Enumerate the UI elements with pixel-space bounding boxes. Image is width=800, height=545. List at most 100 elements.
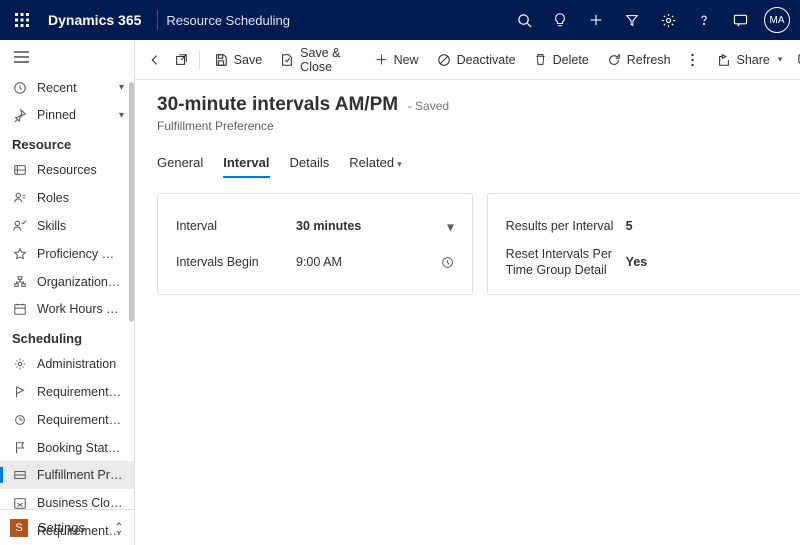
field-label: Intervals Begin (176, 255, 296, 269)
sidebar-section-scheduling: Scheduling (0, 323, 134, 350)
save-close-icon (280, 53, 294, 67)
hamburger-icon[interactable] (0, 40, 134, 74)
field-label: Interval (176, 219, 296, 233)
sidebar-item-proficiency[interactable]: Proficiency Models (0, 240, 134, 268)
sidebar-item-fulfillment[interactable]: Fulfillment Prefer... (0, 461, 134, 489)
sidebar-item-label: Booking Statuses (37, 441, 124, 455)
resources-icon (13, 163, 27, 177)
field-label: Results per Interval (506, 219, 626, 233)
field-intervals-begin[interactable]: Intervals Begin 9:00 AM (176, 244, 454, 280)
chevron-down-icon: ▾ (119, 110, 124, 121)
share-icon (717, 53, 731, 67)
open-new-window-button[interactable] (169, 45, 193, 75)
sidebar-item-label: Administration (37, 357, 124, 371)
avatar-initials: MA (770, 15, 785, 26)
clock-icon (13, 81, 27, 95)
record-state: - Saved (408, 99, 449, 113)
sidebar-item-roles[interactable]: Roles (0, 184, 134, 212)
sidebar-item-orgunits[interactable]: Organizational Un... (0, 268, 134, 296)
assistant-icon[interactable] (792, 45, 800, 75)
sidebar-item-label: Requirement Prior... (37, 385, 124, 399)
sidebar-item-label: Pinned (37, 108, 109, 122)
clock-icon[interactable] (441, 256, 454, 269)
field-reset-intervals[interactable]: Reset Intervals Per Time Group Detail Ye… (506, 244, 784, 280)
area-badge: S (10, 519, 28, 537)
deactivate-button[interactable]: Deactivate (429, 45, 524, 75)
plus-icon[interactable] (578, 0, 614, 40)
field-value: 5 (626, 219, 633, 233)
sidebar-item-label: Skills (37, 219, 124, 233)
roles-icon (13, 191, 27, 205)
field-value: Yes (626, 255, 648, 269)
chevron-down-icon: ▾ (397, 159, 402, 169)
sidebar-item-label: Proficiency Models (37, 247, 124, 261)
command-bar: Save Save & Close New Deactivate Delete … (135, 40, 800, 80)
save-button[interactable]: Save (206, 45, 271, 75)
sidebar-item-label: Organizational Un... (37, 275, 124, 289)
tab-related[interactable]: Related▾ (349, 151, 401, 178)
tab-label: Related (349, 155, 394, 170)
field-interval[interactable]: Interval 30 minutes▾ (176, 208, 454, 244)
global-header: Dynamics 365 Resource Scheduling MA (0, 0, 800, 40)
field-label: Reset Intervals Per Time Group Detail (506, 246, 626, 279)
form-section-left: Interval 30 minutes▾ Intervals Begin 9:0… (157, 193, 473, 295)
flag-icon (13, 441, 27, 455)
chevron-down-icon: ▾ (119, 82, 124, 93)
form-content: 30-minute intervals AM/PM - Saved Fulfil… (135, 80, 800, 545)
sidebar-item-workhours[interactable]: Work Hours Temp... (0, 295, 134, 323)
divider (157, 10, 158, 30)
sidebar-item-reqstatus[interactable]: Requirement Stat... (0, 406, 134, 434)
plus-icon (375, 53, 388, 66)
sidebar-scrollbar[interactable] (129, 82, 134, 322)
more-commands-button[interactable] (681, 45, 705, 75)
share-button[interactable]: Share ▾ (709, 45, 791, 75)
sidebar-item-skills[interactable]: Skills (0, 212, 134, 240)
module-label: Resource Scheduling (166, 13, 290, 28)
search-icon[interactable] (506, 0, 542, 40)
help-icon[interactable] (686, 0, 722, 40)
field-value: 9:00 AM (296, 255, 342, 269)
sidebar-item-label: Requirement Stat... (37, 413, 124, 427)
sidebar-item-label: Fulfillment Prefer... (37, 468, 124, 482)
tab-interval[interactable]: Interval (223, 151, 269, 178)
sidebar-item-resources[interactable]: Resources (0, 156, 134, 184)
save-close-button[interactable]: Save & Close (272, 45, 364, 75)
sidebar-item-reqpriority[interactable]: Requirement Prior... (0, 378, 134, 406)
tab-general[interactable]: General (157, 151, 203, 178)
new-button[interactable]: New (367, 45, 427, 75)
field-results-per-interval[interactable]: Results per Interval 5 (506, 208, 784, 244)
star-icon (13, 247, 27, 261)
delete-label: Delete (553, 53, 589, 67)
new-label: New (394, 53, 419, 67)
fulfillment-icon (13, 468, 27, 482)
tab-details[interactable]: Details (290, 151, 330, 178)
sidebar-item-label: Work Hours Temp... (37, 302, 124, 316)
sidebar-recent[interactable]: Recent ▾ (0, 74, 134, 102)
updown-icon (114, 521, 124, 535)
refresh-label: Refresh (627, 53, 671, 67)
sidebar-item-admin[interactable]: Administration (0, 350, 134, 378)
filter-icon[interactable] (614, 0, 650, 40)
sidebar-area-switcher[interactable]: S Settings (0, 509, 134, 545)
form-tabs: General Interval Details Related▾ (157, 151, 800, 179)
avatar[interactable]: MA (764, 7, 790, 33)
deactivate-icon (437, 53, 451, 67)
skills-icon (13, 219, 27, 233)
share-label: Share (737, 53, 770, 67)
app-launcher-icon[interactable] (4, 0, 40, 40)
priority-icon (13, 385, 27, 399)
lightbulb-icon[interactable] (542, 0, 578, 40)
sidebar-pinned[interactable]: Pinned ▾ (0, 102, 134, 130)
chevron-down-icon: ▾ (778, 54, 783, 65)
area-label: Settings (38, 520, 104, 535)
status-icon (13, 413, 27, 427)
refresh-button[interactable]: Refresh (599, 45, 679, 75)
sidebar-item-bookingstatus[interactable]: Booking Statuses (0, 434, 134, 462)
chat-icon[interactable] (722, 0, 758, 40)
back-button[interactable] (143, 45, 167, 75)
gear-icon[interactable] (650, 0, 686, 40)
delete-button[interactable]: Delete (526, 45, 597, 75)
calendar-icon (13, 302, 27, 316)
org-icon (13, 275, 27, 289)
chevron-down-icon[interactable]: ▾ (447, 219, 453, 234)
